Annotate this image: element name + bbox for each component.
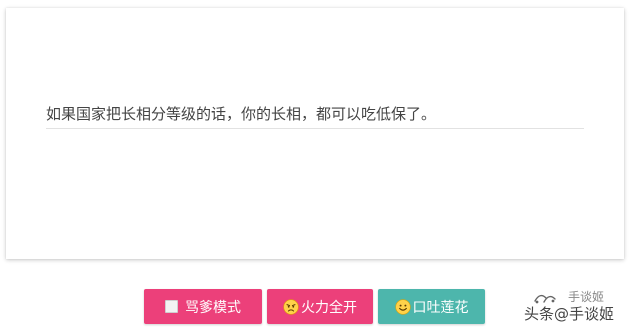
lotus-mode-button[interactable]: 口吐莲花 — [378, 289, 485, 324]
curse-mode-label: 骂爹模式 — [185, 299, 241, 316]
output-field[interactable]: 如果国家把长相分等级的话，你的长相，都可以吃低保了。 — [46, 104, 584, 129]
watermark: 手谈姬 头条@手谈姬 — [522, 288, 630, 328]
fire-mode-label: 火力全开 — [301, 299, 357, 316]
curse-mode-button[interactable]: 骂爹模式 — [144, 289, 262, 324]
output-text: 如果国家把长相分等级的话，你的长相，都可以吃低保了。 — [46, 105, 437, 123]
angry-face-icon — [283, 298, 299, 315]
watermark-handle: 头条@手谈姬 — [524, 305, 615, 323]
checkbox-icon[interactable] — [165, 300, 178, 313]
lotus-mode-label: 口吐莲花 — [412, 299, 469, 316]
output-card: 如果国家把长相分等级的话，你的长相，都可以吃低保了。 — [6, 8, 624, 259]
fire-mode-button[interactable]: 火力全开 — [267, 289, 373, 324]
smiling-face-icon — [394, 298, 411, 315]
